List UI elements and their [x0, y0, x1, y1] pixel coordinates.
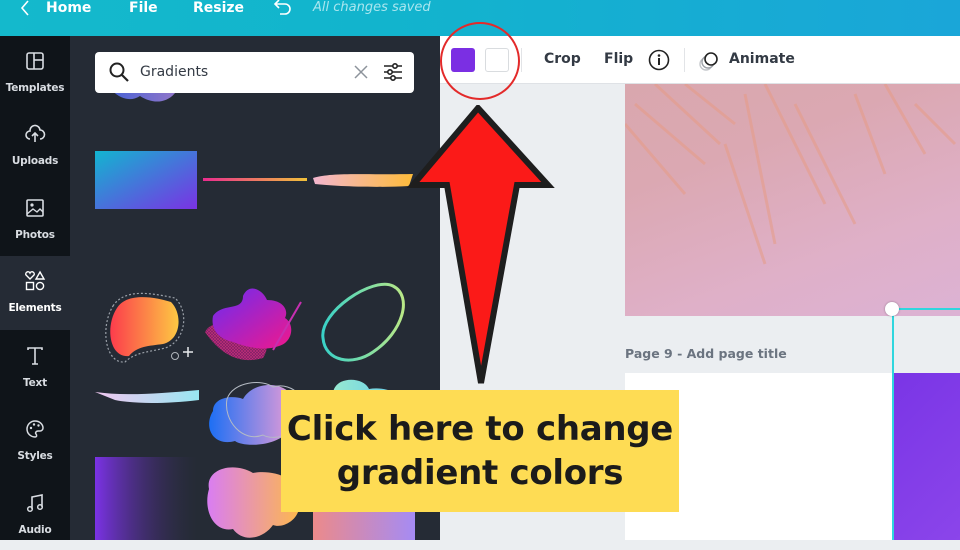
filter-sliders-icon[interactable] — [383, 62, 403, 82]
gradient-rectangle-cyan-purple[interactable] — [95, 151, 197, 209]
sidebar-item-audio[interactable]: Audio — [0, 478, 70, 550]
sidebar-item-label: Templates — [5, 82, 65, 94]
flip-button[interactable]: Flip — [604, 51, 633, 67]
toolbar-divider — [521, 48, 522, 72]
animate-button[interactable]: Animate — [698, 48, 795, 72]
cloud-upload-icon — [25, 124, 46, 142]
crop-button[interactable]: Crop — [544, 51, 581, 67]
sidebar-item-photos[interactable]: Photos — [0, 183, 70, 255]
info-icon[interactable] — [648, 49, 670, 71]
search-icon — [109, 62, 129, 82]
animate-label: Animate — [729, 51, 795, 67]
red-arrow-icon — [406, 105, 555, 384]
save-status: All changes saved — [313, 0, 431, 15]
selection-border — [892, 309, 894, 540]
resize-handle[interactable] — [885, 302, 899, 316]
sidebar-item-label: Audio — [18, 524, 52, 536]
close-icon[interactable] — [353, 64, 369, 80]
gradient-ring-teal-green[interactable] — [313, 282, 419, 368]
instruction-callout: Click here to change gradient colors — [281, 390, 679, 512]
image-icon — [26, 199, 44, 217]
page-8-design[interactable] — [625, 84, 960, 316]
sidebar-item-label: Photos — [15, 229, 55, 241]
gradient-blob-red-yellow[interactable] — [95, 282, 195, 368]
resize-button[interactable]: Resize — [193, 0, 244, 16]
chevron-left-icon — [20, 0, 29, 16]
gradient-abstract-purple-pink[interactable] — [203, 282, 308, 368]
selected-gradient-element[interactable] — [893, 373, 960, 540]
callout-line-1: Click here to change — [286, 409, 674, 449]
palm-leaf-shadow-image — [625, 84, 957, 265]
music-note-icon — [26, 494, 44, 513]
sidebar-item-label: Styles — [17, 450, 53, 462]
search-input[interactable]: Gradients — [140, 64, 208, 80]
animate-icon — [699, 52, 718, 71]
gradient-fade-purple-gray[interactable] — [95, 457, 197, 540]
shapes-icon — [25, 270, 46, 291]
home-button[interactable]: Home — [46, 0, 91, 16]
callout-line-2: gradient colors — [336, 453, 624, 493]
sidebar-item-text[interactable]: Text — [0, 331, 70, 403]
gradient-line-pink-yellow[interactable] — [203, 176, 307, 184]
sidebar-item-label: Elements — [8, 302, 62, 314]
file-menu[interactable]: File — [129, 0, 158, 16]
sidebar: Templates Uploads Photos Elements Text S… — [0, 36, 70, 540]
templates-icon — [26, 52, 44, 70]
search-bar: Gradients — [95, 52, 414, 93]
gradient-brush-stroke-pastel[interactable] — [95, 388, 199, 412]
selection-border — [892, 308, 960, 310]
sidebar-item-templates[interactable]: Templates — [0, 36, 70, 108]
palette-icon — [26, 420, 44, 438]
gradient-brush-stroke-pink-yellow[interactable] — [313, 172, 413, 190]
sidebar-item-label: Uploads — [11, 155, 59, 167]
text-icon — [27, 347, 43, 365]
undo-button[interactable] — [272, 0, 292, 20]
page-title[interactable]: Page 9 - Add page title — [625, 346, 787, 361]
sidebar-item-uploads[interactable]: Uploads — [0, 109, 70, 181]
toolbar-divider — [684, 48, 685, 72]
undo-icon — [273, 0, 291, 15]
highlight-circle — [440, 22, 520, 100]
sidebar-item-label: Text — [23, 377, 47, 389]
sidebar-item-elements[interactable]: Elements — [0, 256, 70, 330]
sidebar-item-styles[interactable]: Styles — [0, 404, 70, 476]
back-button[interactable] — [20, 0, 30, 16]
